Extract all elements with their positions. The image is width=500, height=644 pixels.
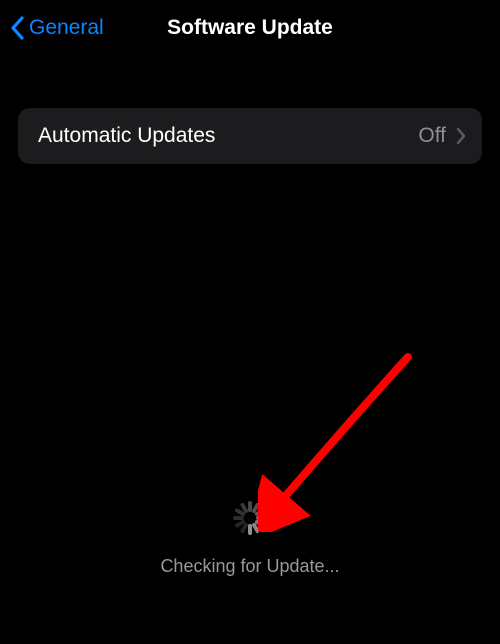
- content-area: Automatic Updates Off: [0, 56, 500, 164]
- automatic-updates-label: Automatic Updates: [38, 124, 418, 148]
- loading-label: Checking for Update...: [160, 556, 339, 577]
- automatic-updates-value: Off: [418, 124, 446, 148]
- automatic-updates-row[interactable]: Automatic Updates Off: [18, 108, 482, 164]
- loading-status: Checking for Update...: [0, 498, 500, 577]
- spinner-icon: [230, 498, 270, 538]
- chevron-right-icon: [456, 127, 466, 145]
- chevron-left-icon: [10, 16, 24, 40]
- back-button[interactable]: General: [10, 16, 104, 40]
- navigation-bar: General Software Update: [0, 0, 500, 56]
- back-label: General: [29, 16, 104, 40]
